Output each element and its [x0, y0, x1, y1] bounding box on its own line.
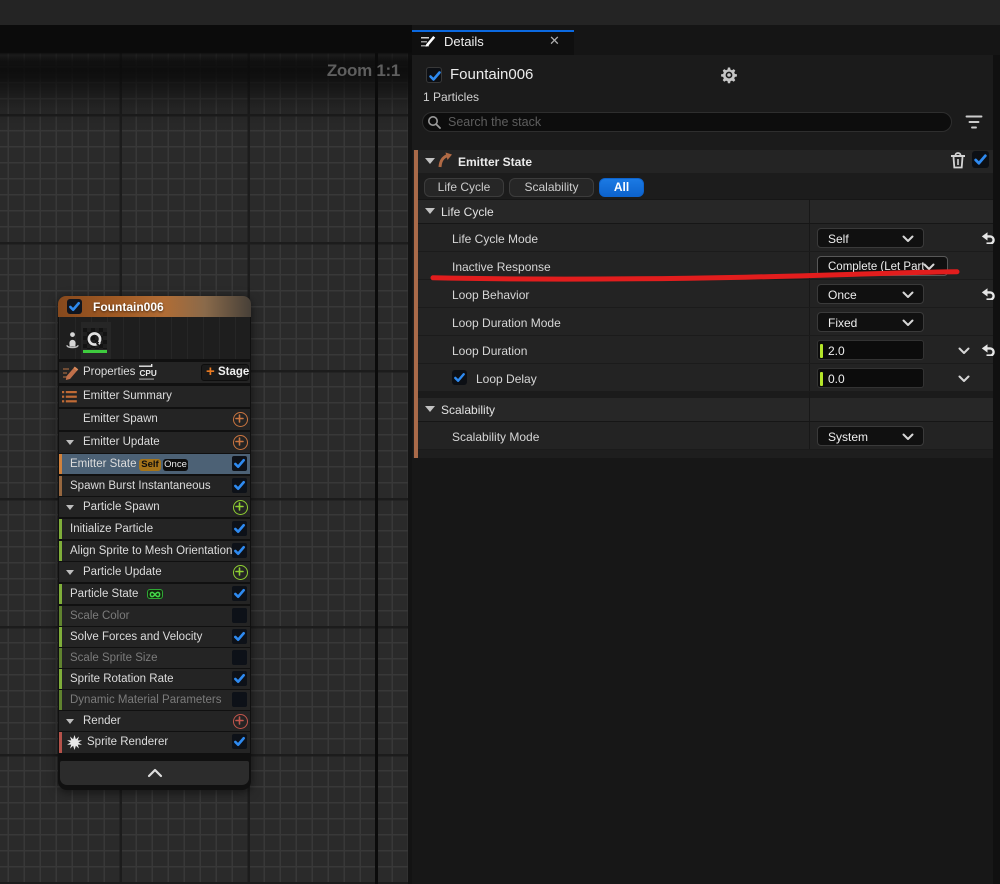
svg-text:CPU: CPU	[140, 369, 157, 378]
